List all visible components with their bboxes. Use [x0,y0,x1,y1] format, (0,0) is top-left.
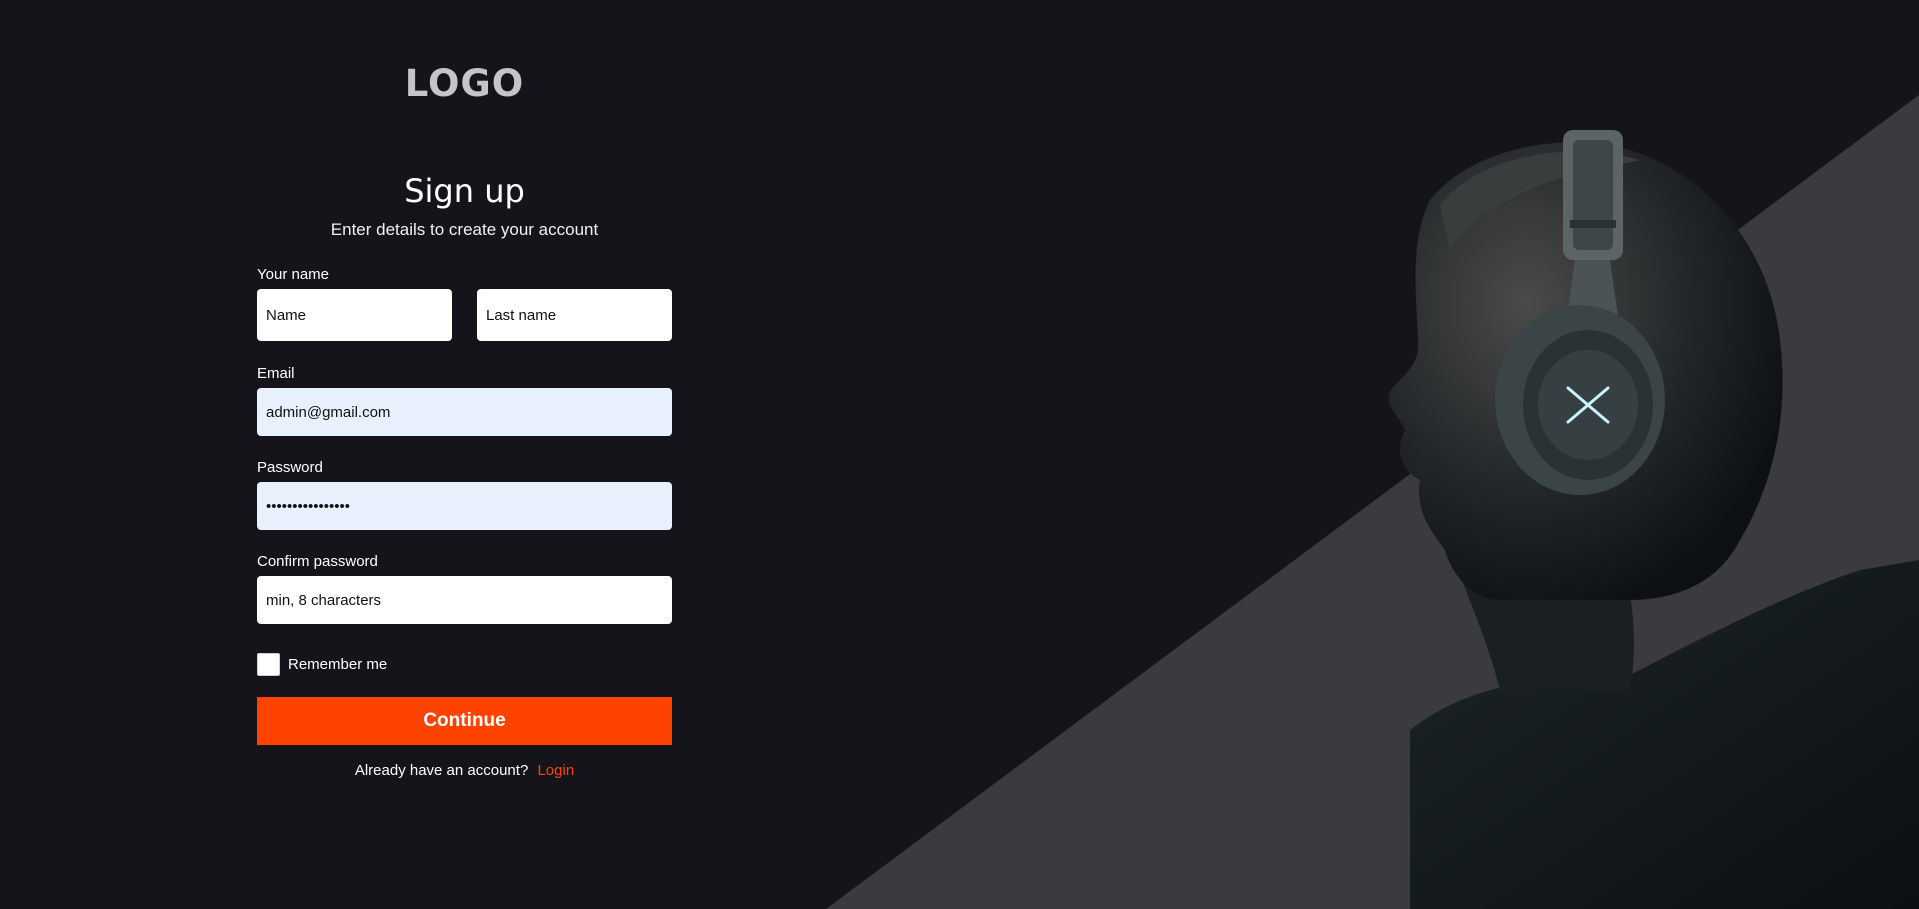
confirm-password-label: Confirm password [257,553,378,570]
email-input[interactable] [257,388,672,436]
password-label: Password [257,459,323,476]
first-name-input[interactable] [257,289,452,341]
confirm-password-input[interactable] [257,576,672,624]
login-prompt: Already have an account? Login [257,762,672,779]
remember-me-row[interactable]: Remember me [257,652,387,677]
email-label: Email [257,365,295,382]
password-input[interactable] [257,482,672,530]
remember-me-label: Remember me [288,656,388,673]
hero-person-headphones-image [1388,130,1919,909]
login-prompt-text: Already have an account? [354,762,529,779]
page-title: Sign up [404,172,525,210]
signup-page: LOGO Sign up Enter details to create you… [0,0,1919,909]
remember-me-checkbox[interactable] [257,653,280,676]
page-subtitle: Enter details to create your account [330,220,599,239]
last-name-input[interactable] [477,289,672,341]
login-link[interactable]: Login [537,762,574,779]
continue-button[interactable]: Continue [257,697,672,745]
name-label: Your name [257,266,329,283]
logo: LOGO [404,62,525,105]
